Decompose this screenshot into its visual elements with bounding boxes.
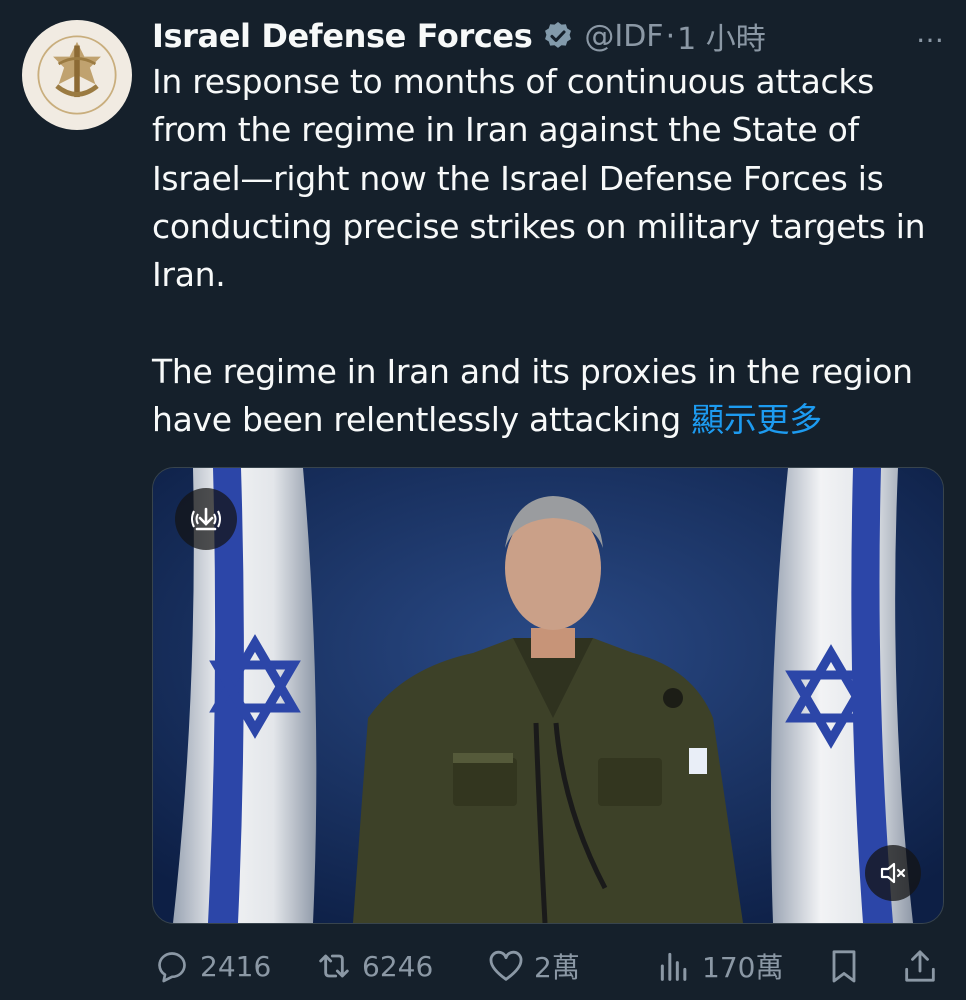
video-frame [153, 468, 943, 923]
reply-icon [158, 952, 186, 983]
show-more-link[interactable]: 顯示更多 [691, 400, 822, 439]
tweet-actions-bar: 2416 6246 2萬 170萬 [152, 938, 942, 994]
repost-button[interactable]: 6246 [314, 938, 433, 994]
tweet-text: In response to months of continuous atta… [152, 58, 952, 444]
bookmark-icon [832, 950, 856, 983]
download-icon [191, 507, 221, 531]
tweet-body: In response to months of continuous atta… [152, 62, 926, 440]
like-count: 2萬 [534, 951, 580, 984]
reply-count: 2416 [200, 949, 272, 983]
tweet-header: Israel Defense Forces @IDF · 1 小時 … [152, 8, 946, 64]
author-avatar[interactable] [22, 20, 132, 130]
like-button[interactable]: 2萬 [486, 938, 580, 994]
bookmark-button[interactable] [824, 938, 864, 994]
views-chart-icon [660, 952, 687, 981]
verified-badge-icon[interactable] [542, 20, 574, 52]
reply-button[interactable]: 2416 [152, 938, 271, 994]
more-options-icon[interactable]: … [916, 16, 946, 49]
timestamp[interactable]: 1 小時 [677, 14, 766, 58]
heart-icon [489, 950, 523, 981]
share-icon [905, 950, 935, 982]
repost-icon [319, 954, 349, 978]
muted-speaker-icon [880, 862, 906, 884]
views-button[interactable]: 170萬 [654, 938, 783, 994]
author-handle[interactable]: @IDF [584, 19, 663, 54]
repost-count: 6246 [362, 949, 434, 983]
author-name[interactable]: Israel Defense Forces [152, 17, 533, 55]
idf-emblem-icon [37, 35, 117, 115]
view-count: 170萬 [702, 951, 784, 984]
download-button[interactable] [175, 488, 237, 550]
share-button[interactable] [900, 938, 940, 994]
mute-toggle-button[interactable] [865, 845, 921, 901]
separator-dot: · [665, 18, 676, 54]
video-player[interactable] [152, 467, 944, 924]
